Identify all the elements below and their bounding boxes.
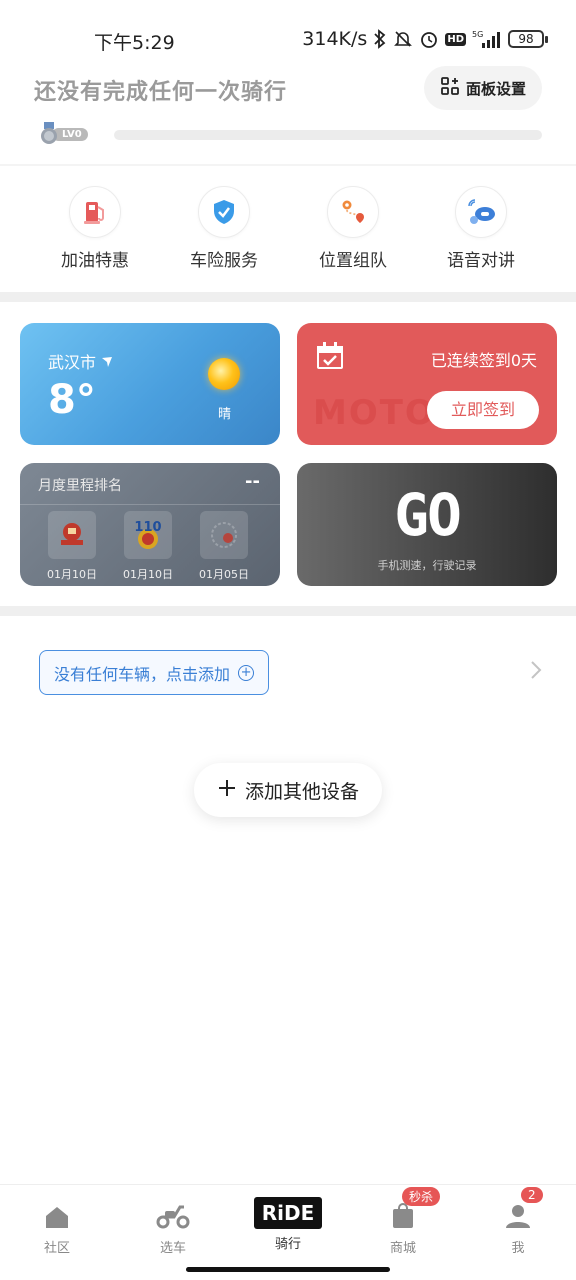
panel-settings-button[interactable]: 面板设置 — [423, 66, 542, 110]
quick-item-insurance[interactable]: 车险服务 — [169, 186, 279, 271]
ranking-item[interactable]: 110 01月10日 — [118, 511, 178, 582]
quick-label: 位置组队 — [319, 251, 387, 271]
quick-item-fuel[interactable]: 加油特惠 — [40, 186, 150, 271]
nav-label: 选车 — [159, 1241, 186, 1256]
ranking-card[interactable]: 月度里程排名 -- 01月10日 110 01月10日 01月05日 — [20, 463, 280, 586]
status-bar: 下午5:29 314K/s HD 5G 98 — [0, 0, 576, 64]
nav-item-ride[interactable]: RiDE 骑行 — [243, 1195, 333, 1252]
speed-test-card[interactable]: GO 手机测速，行驶记录 — [297, 463, 557, 586]
status-indicators: 314K/s HD 5G 98 — [302, 28, 548, 50]
bluetooth-icon — [373, 29, 387, 49]
shield-check-icon — [198, 186, 250, 238]
section-divider — [0, 292, 576, 302]
network-speed: 314K/s — [302, 28, 368, 50]
scooter-icon — [128, 1195, 218, 1229]
person-icon — [473, 1195, 563, 1229]
nav-label: 骑行 — [274, 1237, 301, 1252]
nav-label: 社区 — [43, 1241, 70, 1256]
panel-settings-label: 面板设置 — [465, 79, 526, 98]
signin-button[interactable]: 立即签到 — [427, 391, 539, 429]
nav-label: 我 — [511, 1241, 525, 1256]
home-icon — [12, 1195, 102, 1229]
ranking-value: -- — [245, 471, 260, 492]
bottom-nav: 社区 选车 RiDE 骑行 商城 秒杀 我 2 — [0, 1184, 576, 1280]
ranking-date: 01月05日 — [199, 568, 249, 581]
battery-indicator: 98 — [508, 30, 548, 48]
add-vehicle-button[interactable]: 没有任何车辆，点击添加 + — [39, 650, 270, 695]
nav-item-me[interactable]: 我 2 — [473, 1187, 563, 1256]
weather-condition: 晴 — [218, 407, 232, 422]
quick-label: 语音对讲 — [447, 251, 515, 271]
level-badge[interactable]: LV0 — [38, 122, 88, 146]
divider — [0, 164, 576, 166]
hd-icon: HD — [445, 32, 466, 46]
badge-circle-icon — [200, 511, 248, 559]
svg-text:5G: 5G — [472, 30, 483, 39]
status-time: 下午5:29 — [94, 32, 175, 54]
badge-110-icon: 110 — [124, 511, 172, 559]
grid-settings-icon — [440, 76, 460, 100]
nav-item-mall[interactable]: 商城 秒杀 — [358, 1187, 448, 1256]
nav-item-community[interactable]: 社区 — [12, 1195, 102, 1256]
add-vehicle-label: 没有任何车辆，点击添加 — [54, 664, 231, 684]
quick-label: 加油特惠 — [61, 251, 129, 271]
header: 还没有完成任何一次骑行 面板设置 LV0 — [0, 64, 576, 160]
badge-red-icon — [48, 511, 96, 559]
fuel-pump-icon — [69, 186, 121, 238]
nav-item-choose-bike[interactable]: 选车 — [128, 1195, 218, 1256]
chevron-right-icon[interactable] — [530, 660, 542, 684]
notification-badge: 2 — [521, 1187, 543, 1203]
quick-item-intercom[interactable]: 语音对讲 — [426, 186, 536, 271]
nav-label: 商城 — [389, 1241, 416, 1256]
signin-card[interactable]: MOTO 已连续签到0天 立即签到 — [297, 323, 557, 445]
ride-logo: RiDE — [243, 1195, 333, 1229]
alarm-icon — [419, 29, 439, 49]
quick-item-location[interactable]: 位置组队 — [298, 186, 408, 271]
add-device-label: 添加其他设备 — [244, 780, 359, 803]
intercom-icon — [455, 186, 507, 238]
signin-status: 已连续签到0天 — [430, 351, 537, 370]
ranking-date: 01月10日 — [47, 568, 97, 581]
level-progress-bar — [114, 130, 542, 140]
calendar-check-icon — [315, 341, 345, 375]
plus-circle-icon: + — [238, 664, 255, 681]
location-arrow-icon — [101, 353, 113, 372]
home-indicator[interactable] — [186, 1267, 390, 1272]
divider — [20, 504, 280, 505]
ranking-item[interactable]: 01月10日 — [42, 511, 102, 582]
add-device-button[interactable]: 添加其他设备 — [194, 763, 382, 817]
ranking-item[interactable]: 01月05日 — [194, 511, 254, 582]
sun-icon — [208, 358, 240, 390]
medal-icon — [38, 122, 60, 146]
page-title: 还没有完成任何一次骑行 — [34, 80, 288, 105]
weather-card[interactable]: 武汉市 8° 晴 — [20, 323, 280, 445]
signin-watermark: MOTO — [313, 393, 436, 433]
go-logo: GO — [394, 481, 462, 549]
quick-actions: 加油特惠 车险服务 位置组队 语音对讲 — [0, 186, 576, 276]
svg-text:110: 110 — [134, 520, 161, 535]
ranking-date: 01月10日 — [123, 568, 173, 581]
route-pin-icon — [327, 186, 379, 238]
quick-label: 车险服务 — [190, 251, 258, 271]
flash-sale-badge: 秒杀 — [402, 1187, 441, 1206]
weather-city: 武汉市 — [48, 349, 113, 373]
section-divider — [0, 606, 576, 616]
go-subtitle: 手机测速，行驶记录 — [377, 559, 477, 572]
weather-temperature: 8° — [48, 377, 96, 423]
signal-5g-icon: 5G — [472, 29, 502, 49]
ranking-title: 月度里程排名 — [38, 478, 122, 494]
mute-icon — [393, 29, 413, 49]
plus-icon — [217, 778, 237, 803]
